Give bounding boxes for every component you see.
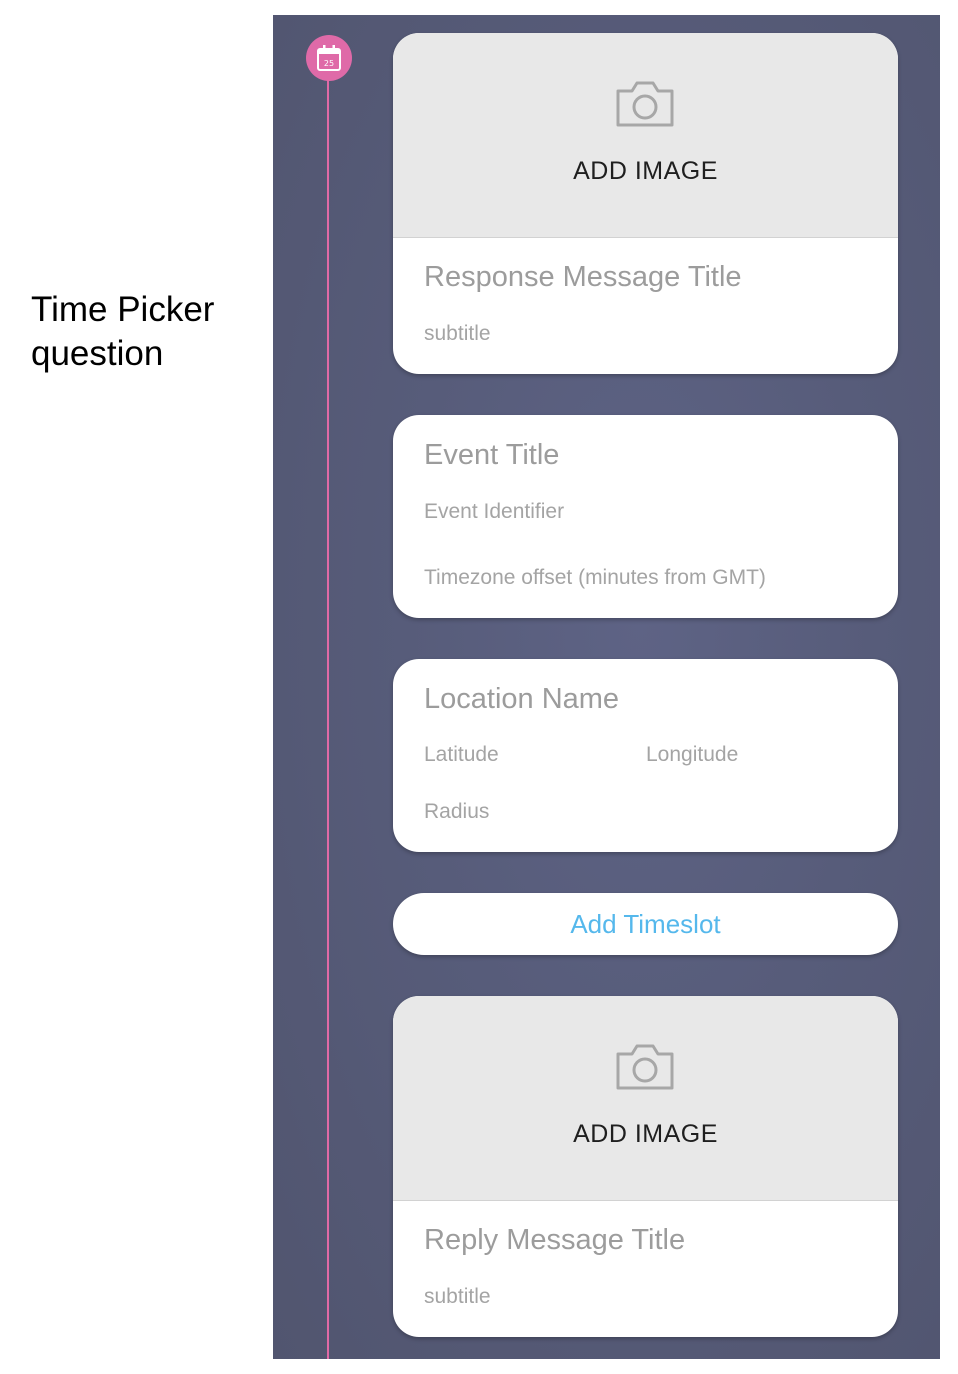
calendar-day: 25 <box>324 59 334 68</box>
timezone-offset-field[interactable]: Timezone offset (minutes from GMT) <box>424 566 766 590</box>
add-timeslot-button[interactable]: Add Timeslot <box>393 893 898 955</box>
reply-message-card: ADD IMAGE Reply Message Title subtitle <box>393 996 898 1337</box>
response-title-field[interactable]: Response Message Title <box>424 261 742 294</box>
conversation-panel: 25 ADD IMAGE Response Message Title subt… <box>273 15 940 1359</box>
calendar-icon: 25 <box>317 45 341 71</box>
response-message-card: ADD IMAGE Response Message Title subtitl… <box>393 33 898 374</box>
response-subtitle-field[interactable]: subtitle <box>424 322 491 346</box>
timeline-line <box>327 65 329 1359</box>
annotation-caption: Time Picker question <box>31 288 261 376</box>
event-card: Event Title Event Identifier Timezone of… <box>393 415 898 618</box>
reply-subtitle-field[interactable]: subtitle <box>424 1285 491 1309</box>
latitude-field[interactable]: Latitude <box>424 743 499 767</box>
event-identifier-field[interactable]: Event Identifier <box>424 500 564 524</box>
radius-field[interactable]: Radius <box>424 800 489 824</box>
camera-icon <box>616 1044 674 1090</box>
camera-icon <box>616 81 674 127</box>
timeline-node[interactable]: 25 <box>306 35 352 81</box>
longitude-field[interactable]: Longitude <box>646 743 738 767</box>
add-image-area[interactable]: ADD IMAGE <box>393 996 898 1201</box>
caption-line-2: question <box>31 334 164 373</box>
add-image-label: ADD IMAGE <box>573 157 718 185</box>
event-title-field[interactable]: Event Title <box>424 439 559 472</box>
reply-title-field[interactable]: Reply Message Title <box>424 1224 685 1257</box>
location-name-field[interactable]: Location Name <box>424 683 619 716</box>
caption-line-1: Time Picker <box>31 290 215 329</box>
add-image-label: ADD IMAGE <box>573 1120 718 1148</box>
location-card: Location Name Latitude Longitude Radius <box>393 659 898 852</box>
add-image-area[interactable]: ADD IMAGE <box>393 33 898 238</box>
